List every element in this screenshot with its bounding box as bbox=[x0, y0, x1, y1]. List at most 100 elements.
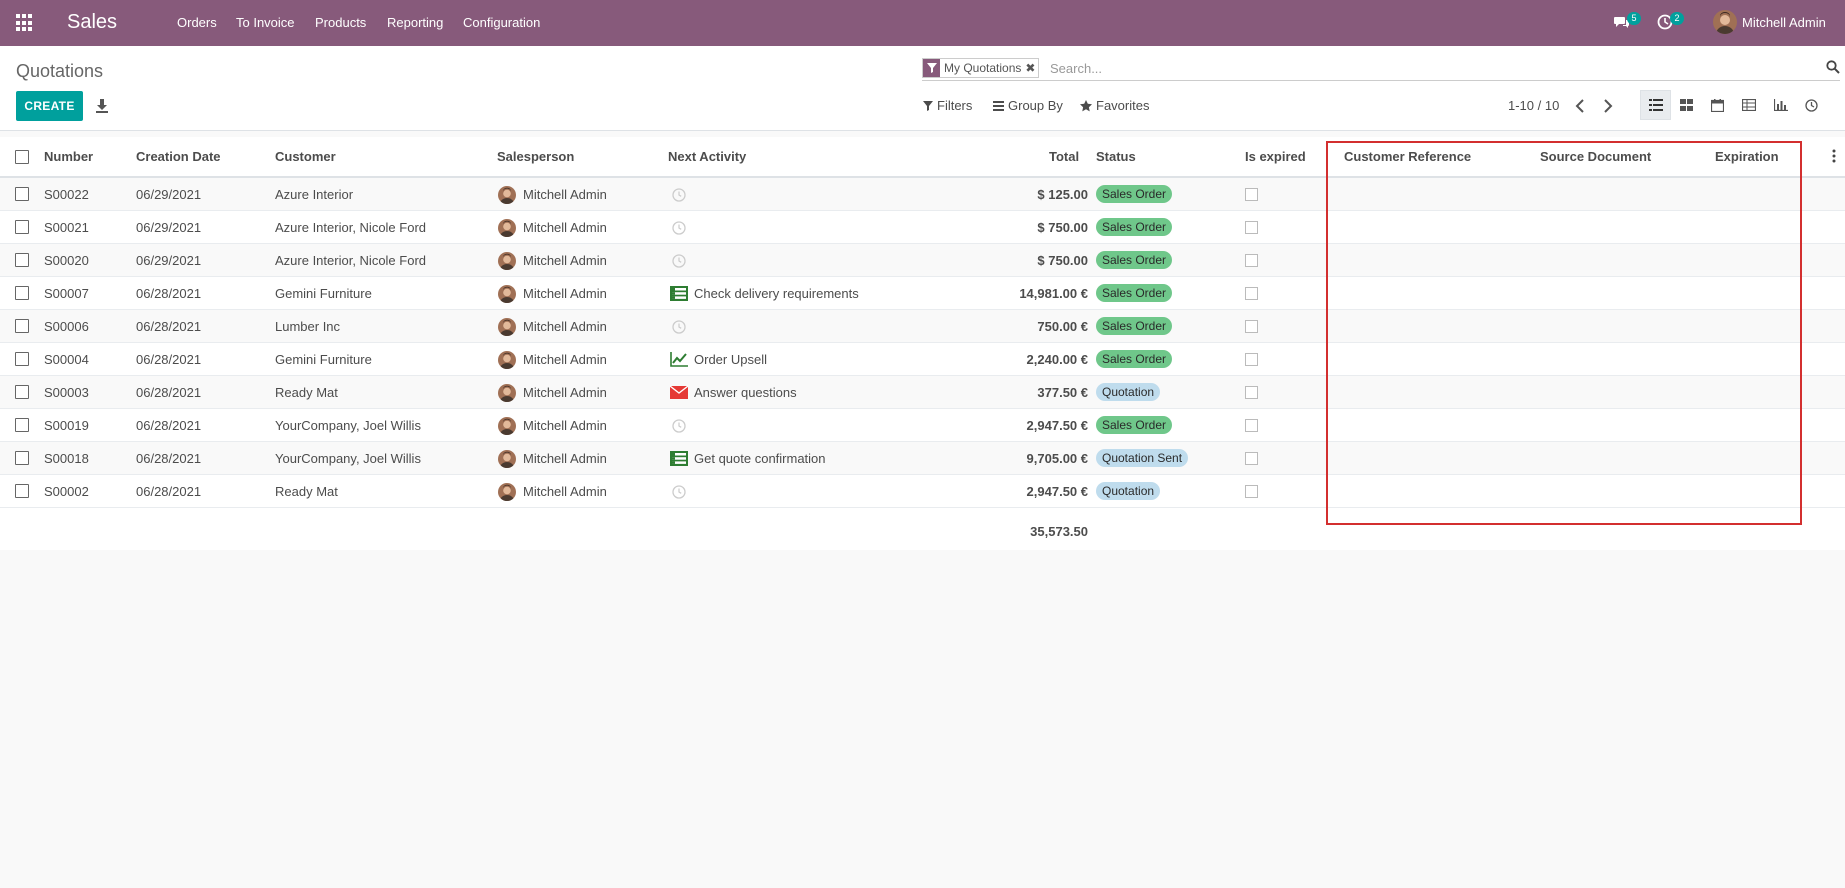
line-chart-icon[interactable] bbox=[670, 352, 688, 367]
column-customer[interactable]: Customer bbox=[275, 149, 336, 164]
favorites-button[interactable]: Favorites bbox=[1080, 98, 1149, 113]
column-expiration[interactable]: Expiration bbox=[1715, 149, 1779, 164]
row-checkbox[interactable] bbox=[15, 418, 29, 432]
kanban-view-icon[interactable] bbox=[1671, 90, 1702, 120]
row-checkbox[interactable] bbox=[15, 484, 29, 498]
row-total: 750.00 € bbox=[1037, 319, 1088, 334]
table-row[interactable]: S00007 06/28/2021 Gemini Furniture Mitch… bbox=[0, 277, 1845, 310]
user-avatar[interactable] bbox=[1713, 10, 1737, 34]
row-salesperson: Mitchell Admin bbox=[523, 418, 607, 433]
calendar-view-icon[interactable] bbox=[1702, 90, 1733, 120]
row-next-activity[interactable]: Check delivery requirements bbox=[694, 286, 859, 301]
column-total[interactable]: Total bbox=[1049, 149, 1079, 164]
row-total: $ 125.00 bbox=[1037, 187, 1088, 202]
row-number: S00018 bbox=[44, 451, 89, 466]
clock-icon[interactable] bbox=[672, 254, 686, 268]
download-icon[interactable] bbox=[95, 98, 109, 114]
row-creation-date: 06/29/2021 bbox=[136, 187, 202, 202]
row-creation-date: 06/28/2021 bbox=[136, 385, 202, 400]
pager-previous-icon[interactable] bbox=[1575, 99, 1585, 113]
envelope-icon[interactable] bbox=[669, 385, 689, 400]
clock-icon[interactable] bbox=[672, 320, 686, 334]
pager-next-icon[interactable] bbox=[1603, 99, 1613, 113]
column-creation-date[interactable]: Creation Date bbox=[136, 149, 221, 164]
clock-icon[interactable] bbox=[672, 221, 686, 235]
row-number: S00006 bbox=[44, 319, 89, 334]
row-checkbox[interactable] bbox=[15, 319, 29, 333]
row-number: S00007 bbox=[44, 286, 89, 301]
row-number: S00003 bbox=[44, 385, 89, 400]
row-number: S00022 bbox=[44, 187, 89, 202]
column-salesperson[interactable]: Salesperson bbox=[497, 149, 574, 164]
salesperson-avatar bbox=[498, 318, 516, 336]
tasks-icon[interactable] bbox=[670, 286, 688, 301]
row-checkbox[interactable] bbox=[15, 451, 29, 465]
row-checkbox[interactable] bbox=[15, 253, 29, 267]
column-number[interactable]: Number bbox=[44, 149, 93, 164]
row-number: S00021 bbox=[44, 220, 89, 235]
list-view-icon[interactable] bbox=[1640, 90, 1671, 120]
row-customer: Ready Mat bbox=[275, 385, 338, 400]
salesperson-avatar bbox=[498, 450, 516, 468]
optional-columns-icon[interactable] bbox=[1832, 149, 1836, 163]
search-facet[interactable]: My Quotations ✖ bbox=[922, 58, 1040, 78]
create-button[interactable]: CREATE bbox=[16, 91, 83, 121]
row-checkbox[interactable] bbox=[15, 352, 29, 366]
app-name[interactable]: Sales bbox=[67, 11, 117, 34]
row-salesperson: Mitchell Admin bbox=[523, 220, 607, 235]
menu-reporting[interactable]: Reporting bbox=[387, 15, 443, 30]
row-next-activity[interactable]: Get quote confirmation bbox=[694, 451, 826, 466]
row-checkbox[interactable] bbox=[15, 220, 29, 234]
tasks-icon[interactable] bbox=[670, 451, 688, 466]
row-total: 9,705.00 € bbox=[1026, 451, 1088, 466]
salesperson-avatar bbox=[498, 417, 516, 435]
table-row[interactable]: S00021 06/29/2021 Azure Interior, Nicole… bbox=[0, 211, 1845, 244]
group-by-button[interactable]: Group By bbox=[993, 98, 1063, 113]
select-all-checkbox[interactable] bbox=[15, 150, 29, 164]
column-status[interactable]: Status bbox=[1096, 149, 1136, 164]
row-salesperson: Mitchell Admin bbox=[523, 352, 607, 367]
menu-to-invoice[interactable]: To Invoice bbox=[236, 15, 295, 30]
table-row[interactable]: S00004 06/28/2021 Gemini Furniture Mitch… bbox=[0, 343, 1845, 376]
row-checkbox[interactable] bbox=[15, 385, 29, 399]
row-next-activity[interactable]: Order Upsell bbox=[694, 352, 767, 367]
search-icon[interactable] bbox=[1826, 60, 1840, 74]
status-badge: Sales Order bbox=[1096, 416, 1173, 434]
menu-orders[interactable]: Orders bbox=[177, 15, 217, 30]
is-expired-checkbox bbox=[1245, 452, 1258, 465]
search-input[interactable] bbox=[1050, 59, 1700, 77]
user-name[interactable]: Mitchell Admin bbox=[1742, 15, 1826, 30]
table-row[interactable]: S00003 06/28/2021 Ready Mat Mitchell Adm… bbox=[0, 376, 1845, 409]
clock-icon[interactable] bbox=[672, 485, 686, 499]
column-customer-reference[interactable]: Customer Reference bbox=[1344, 149, 1471, 164]
pivot-view-icon[interactable] bbox=[1733, 90, 1764, 120]
row-customer: Azure Interior, Nicole Ford bbox=[275, 220, 427, 235]
apps-menu-icon[interactable] bbox=[16, 14, 34, 32]
activity-view-icon[interactable] bbox=[1796, 90, 1827, 120]
table-row[interactable]: S00018 06/28/2021 YourCompany, Joel Will… bbox=[0, 442, 1845, 475]
pager-value[interactable]: 1-10 / 10 bbox=[1508, 98, 1559, 113]
activities-count-badge: 2 bbox=[1670, 12, 1684, 25]
column-next-activity[interactable]: Next Activity bbox=[668, 149, 746, 164]
row-checkbox[interactable] bbox=[15, 286, 29, 300]
row-next-activity[interactable]: Answer questions bbox=[694, 385, 797, 400]
table-row[interactable]: S00020 06/29/2021 Azure Interior, Nicole… bbox=[0, 244, 1845, 277]
table-row[interactable]: S00019 06/28/2021 YourCompany, Joel Will… bbox=[0, 409, 1845, 442]
table-row[interactable]: S00006 06/28/2021 Lumber Inc Mitchell Ad… bbox=[0, 310, 1845, 343]
table-row[interactable]: S00022 06/29/2021 Azure Interior Mitchel… bbox=[0, 178, 1845, 211]
graph-view-icon[interactable] bbox=[1765, 90, 1796, 120]
menu-configuration[interactable]: Configuration bbox=[463, 15, 540, 30]
clock-icon[interactable] bbox=[672, 419, 686, 433]
column-source-document[interactable]: Source Document bbox=[1540, 149, 1651, 164]
menu-products[interactable]: Products bbox=[315, 15, 366, 30]
salesperson-avatar bbox=[498, 384, 516, 402]
facet-remove-icon[interactable]: ✖ bbox=[1025, 61, 1038, 75]
row-total: 2,947.50 € bbox=[1026, 484, 1088, 499]
clock-icon[interactable] bbox=[672, 188, 686, 202]
table-row[interactable]: S00002 06/28/2021 Ready Mat Mitchell Adm… bbox=[0, 475, 1845, 508]
filters-button[interactable]: Filters bbox=[923, 98, 972, 113]
row-number: S00020 bbox=[44, 253, 89, 268]
status-badge: Quotation bbox=[1096, 482, 1161, 500]
row-checkbox[interactable] bbox=[15, 187, 29, 201]
column-is-expired[interactable]: Is expired bbox=[1245, 149, 1306, 164]
